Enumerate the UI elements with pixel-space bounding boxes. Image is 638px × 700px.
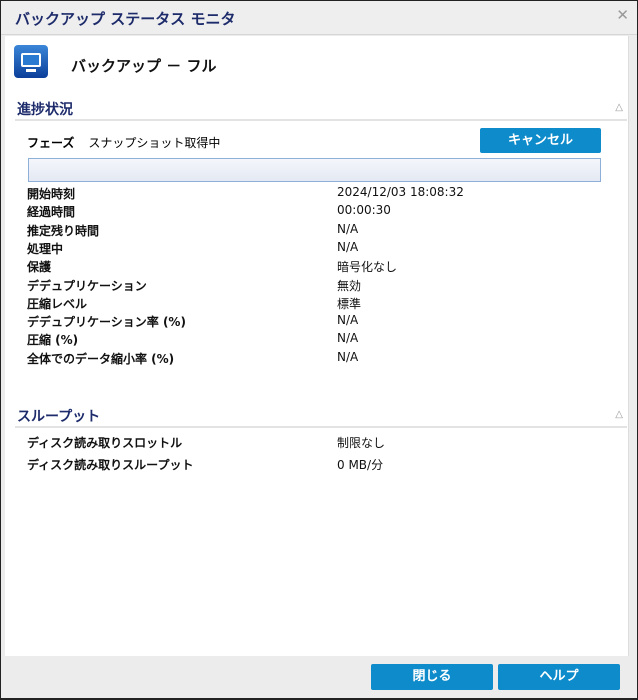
- info-value: 無効: [337, 278, 362, 293]
- info-label: 処理中: [27, 241, 64, 256]
- info-row: 圧縮レベル 標準: [27, 295, 617, 313]
- info-label: デデュプリケーション: [27, 278, 147, 293]
- info-value: N/A: [337, 331, 359, 346]
- cancel-button[interactable]: キャンセル: [480, 128, 601, 153]
- window-title: バックアップ ステータス モニタ: [15, 10, 236, 28]
- info-row: 圧縮 (%) N/A: [27, 331, 617, 349]
- info-row: 全体でのデータ縮小率 (%) N/A: [27, 350, 617, 368]
- info-value: N/A: [337, 239, 359, 254]
- collapse-icon[interactable]: △: [615, 409, 623, 420]
- throughput-section-header[interactable]: スループット △: [15, 406, 627, 428]
- phase-value: スナップショット取得中: [88, 136, 221, 150]
- collapse-icon[interactable]: △: [615, 102, 623, 113]
- scrollbar[interactable]: [629, 36, 637, 656]
- info-row: 処理中 N/A: [27, 240, 617, 258]
- info-value: 2024/12/03 18:08:32: [337, 185, 464, 199]
- info-row: 経過時間 00:00:30: [27, 203, 617, 221]
- throughput-section-title: スループット: [17, 409, 101, 425]
- info-row: ディスク読み取りスループット 0 MB/分: [27, 456, 617, 474]
- info-label: 経過時間: [27, 205, 76, 220]
- info-label: 圧縮レベル: [27, 296, 88, 311]
- info-row: ディスク読み取りスロットル 制限なし: [27, 434, 617, 452]
- info-label: 開始時刻: [27, 187, 76, 201]
- info-value: 0 MB/分: [337, 458, 384, 472]
- backup-monitor-icon: [14, 45, 48, 78]
- info-label: 全体でのデータ縮小率 (%): [27, 351, 175, 366]
- info-value: N/A: [337, 221, 359, 236]
- close-icon[interactable]: ✕: [616, 6, 629, 24]
- info-label: 圧縮 (%): [27, 333, 79, 348]
- info-row: 推定残り時間 N/A: [27, 222, 617, 240]
- info-label: ディスク読み取りスループット: [27, 458, 194, 472]
- progress-section-title: 進捗状況: [17, 102, 73, 118]
- info-label: ディスク読み取りスロットル: [27, 436, 183, 450]
- info-value: N/A: [337, 313, 359, 328]
- content-panel: バックアップ － フル 進捗状況 △ フェーズ スナップショット取得中 キャンセル…: [5, 36, 629, 656]
- help-button[interactable]: ヘルプ: [498, 664, 620, 690]
- info-value: 標準: [337, 296, 362, 311]
- info-label: 推定残り時間: [27, 223, 100, 238]
- info-value: 00:00:30: [337, 203, 391, 218]
- close-button[interactable]: 閉じる: [371, 664, 493, 690]
- info-value: 制限なし: [337, 436, 386, 450]
- info-row: 保護 暗号化なし: [27, 258, 617, 276]
- backup-type-heading: バックアップ － フル: [71, 57, 217, 75]
- info-label: 保護: [27, 260, 52, 275]
- info-row: デデュプリケーション 無効: [27, 277, 617, 295]
- info-value: 暗号化なし: [337, 260, 398, 275]
- progress-bar: [28, 158, 601, 182]
- phase-line: フェーズ スナップショット取得中: [27, 134, 220, 151]
- progress-section-header[interactable]: 進捗状況 △: [15, 99, 627, 121]
- info-value: N/A: [337, 349, 359, 364]
- title-bar: バックアップ ステータス モニタ ✕: [1, 1, 637, 35]
- phase-label: フェーズ: [27, 136, 75, 150]
- backup-status-monitor-dialog: バックアップ ステータス モニタ ✕ バックアップ － フル 進捗状況 △ フェ…: [0, 0, 638, 700]
- info-label: デデュプリケーション率 (%): [27, 315, 186, 330]
- info-row: 開始時刻 2024/12/03 18:08:32: [27, 185, 617, 203]
- info-row: デデュプリケーション率 (%) N/A: [27, 313, 617, 331]
